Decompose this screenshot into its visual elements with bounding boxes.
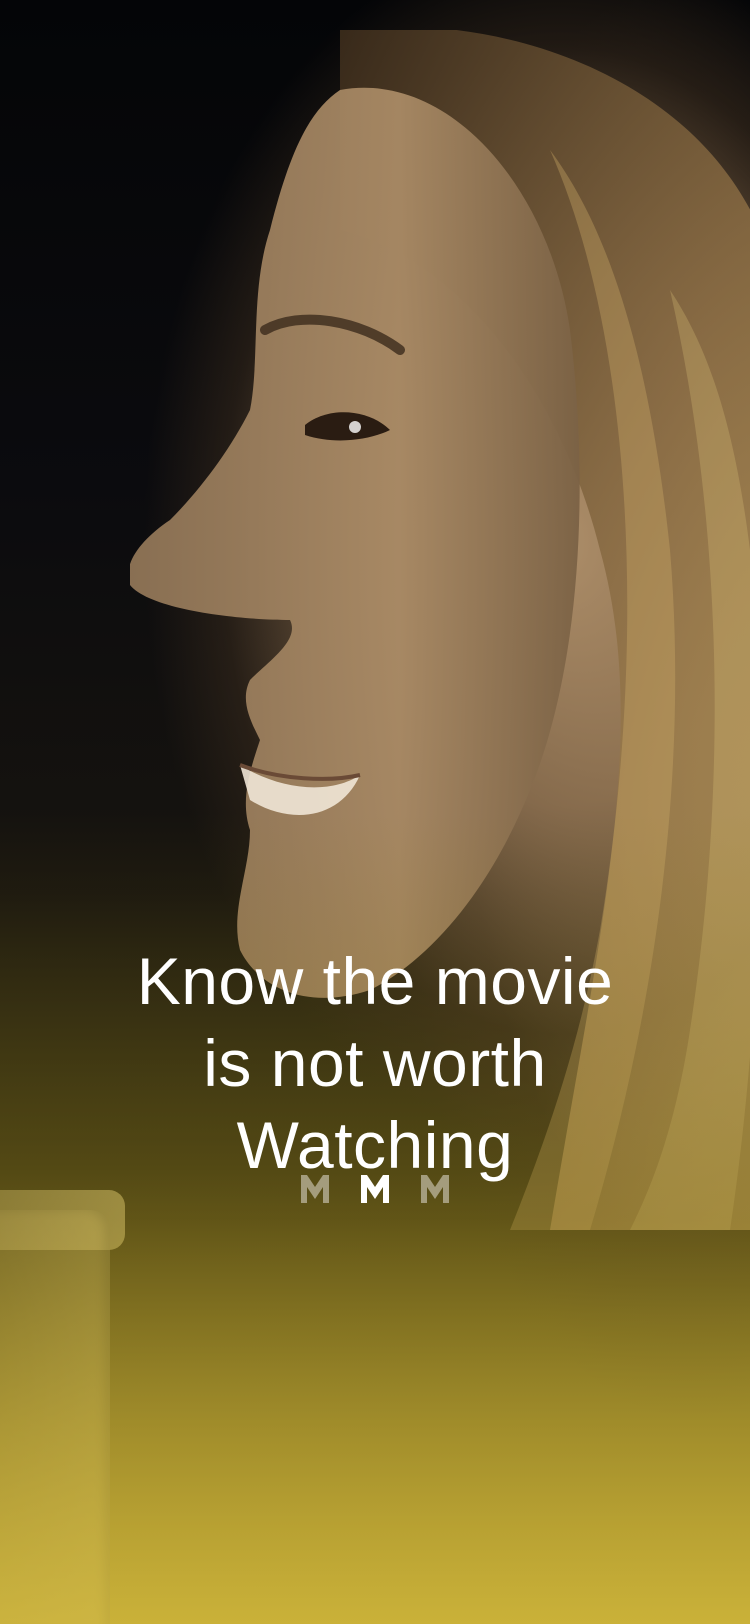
gold-gradient-overlay [0,0,750,1624]
onboarding-headline: Know the movie is not worth Watching [0,940,750,1186]
page-indicator-dot-1[interactable] [299,1173,331,1205]
page-indicator [0,1173,750,1207]
m-logo-icon [301,1175,329,1203]
onboarding-screen: Know the movie is not worth Watching [0,0,750,1624]
headline-line-1: Know the movie [136,944,614,1019]
headline-line-2: is not worth [203,1026,547,1101]
page-indicator-dot-3[interactable] [419,1173,451,1205]
page-indicator-dot-2-active[interactable] [359,1173,391,1205]
m-logo-icon [421,1175,449,1203]
m-logo-icon [361,1175,389,1203]
